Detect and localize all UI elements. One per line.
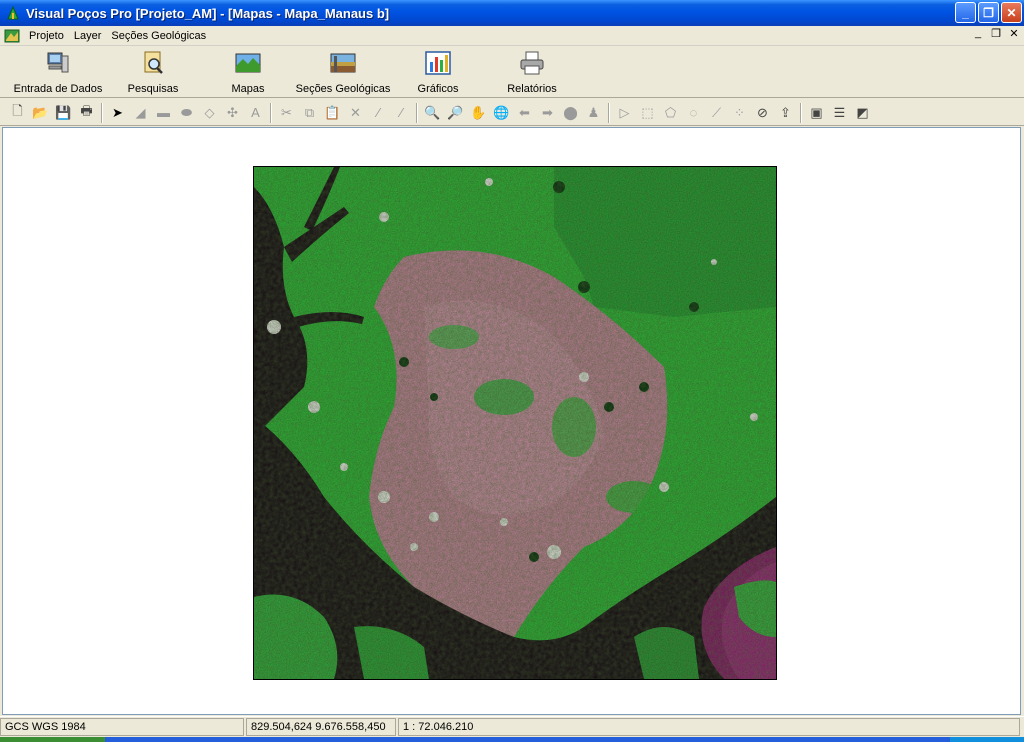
close-button[interactable]: ✕ (1001, 2, 1022, 23)
polyline-icon[interactable]: ◢ (129, 102, 152, 124)
taskbar-strip (0, 737, 1024, 742)
map-scale-status: 1 : 72.046.210 (398, 717, 1020, 736)
print-icon[interactable]: 🖶 (75, 102, 98, 124)
split-line-2-icon[interactable]: ⁄ (390, 102, 413, 124)
mapas-label: Mapas (231, 83, 265, 95)
toolbar-separator (416, 102, 418, 123)
relatorios-button[interactable]: Relatórios (504, 50, 560, 96)
pan-hand-icon[interactable]: ✋ (467, 102, 490, 124)
select-by-polygon-icon[interactable]: ⬠ (659, 102, 682, 124)
paste-icon[interactable]: 📋 (321, 102, 344, 124)
layers-icon[interactable]: ☰ (828, 102, 851, 124)
delete-icon[interactable]: ✕ (344, 102, 367, 124)
notes-icon[interactable]: ◩ (851, 102, 874, 124)
pesquisas-button[interactable]: Pesquisas (122, 50, 184, 96)
legend-icon[interactable]: ▣ (805, 102, 828, 124)
satellite-map-image[interactable] (253, 166, 777, 680)
computer-icon (45, 50, 71, 76)
search-document-icon (140, 50, 166, 76)
toolbar-separator (270, 102, 272, 123)
select-points-icon[interactable]: ⁘ (728, 102, 751, 124)
export-icon[interactable]: ⇪ (774, 102, 797, 124)
save-icon[interactable]: 💾 (52, 102, 75, 124)
back-arrow-icon[interactable]: ⬅ (513, 102, 536, 124)
title-bar[interactable]: Visual Poços Pro [Projeto_AM] - [Mapas -… (0, 0, 1024, 26)
mdi-minimize-button[interactable]: _ (972, 27, 984, 40)
main-toolbar: Entrada de Dados Pesquisas Mapas Seções … (0, 46, 1024, 98)
secoes-geologicas-label: Seções Geológicas (295, 83, 391, 95)
pesquisas-label: Pesquisas (127, 83, 179, 95)
graficos-label: Gráficos (417, 83, 459, 95)
measure-icon[interactable]: ♟ (582, 102, 605, 124)
ellipse-icon[interactable]: ⬬ (175, 102, 198, 124)
zoom-in-icon[interactable]: 🔍 (421, 102, 444, 124)
polygon-icon[interactable]: ◇ (198, 102, 221, 124)
coordinate-system-status: GCS WGS 1984 (0, 717, 244, 736)
zoom-out-icon[interactable]: 🔎 (444, 102, 467, 124)
printer-icon (519, 50, 545, 76)
rectangle-icon[interactable]: ▬ (152, 102, 175, 124)
tools-toolbar: 🗋 📂 💾 🖶 ➤ ◢ ▬ ⬬ ◇ ✣ A ✂ ⧉ 📋 ✕ ⁄ ⁄ 🔍 🔎 ✋ … (0, 100, 1024, 126)
window-title: Visual Poços Pro [Projeto_AM] - [Mapas -… (26, 5, 390, 21)
maximize-button[interactable]: ❐ (978, 2, 999, 23)
mdi-close-button[interactable]: ✕ (1008, 27, 1020, 40)
graficos-button[interactable]: Gráficos (414, 50, 462, 96)
identify-icon[interactable]: ⬤ (559, 102, 582, 124)
relatorios-label: Relatórios (507, 83, 557, 95)
cursor-coordinates-status: 829.504,624 9.676.558,450 (246, 717, 396, 736)
copy-icon[interactable]: ⧉ (298, 102, 321, 124)
new-file-icon[interactable]: 🗋 (6, 102, 29, 124)
document-icon[interactable] (4, 28, 20, 44)
geologic-section-icon (330, 50, 356, 76)
clear-selection-icon[interactable]: ⊘ (751, 102, 774, 124)
menu-projeto[interactable]: Projeto (24, 27, 69, 45)
select-arrow-icon[interactable]: ➤ (106, 102, 129, 124)
app-icon (4, 4, 22, 22)
status-bar: GCS WGS 1984 829.504,624 9.676.558,450 1… (0, 716, 1024, 736)
app-window: Visual Poços Pro [Projeto_AM] - [Mapas -… (0, 0, 1024, 742)
entrada-de-dados-button[interactable]: Entrada de Dados (12, 50, 104, 96)
toolbar-separator (101, 102, 103, 123)
cut-icon[interactable]: ✂ (275, 102, 298, 124)
map-canvas[interactable] (2, 127, 1021, 715)
minimize-button[interactable]: _ (955, 2, 976, 23)
secoes-geologicas-button[interactable]: Seções Geológicas (296, 50, 390, 96)
globe-icon[interactable]: 🌐 (490, 102, 513, 124)
menu-bar: Projeto Layer Seções Geológicas _ ❐ ✕ (0, 26, 1024, 46)
toolbar-separator (608, 102, 610, 123)
select-by-arrow-icon[interactable]: ▷ (613, 102, 636, 124)
select-by-rectangle-icon[interactable]: ⬚ (636, 102, 659, 124)
mdi-restore-button[interactable]: ❐ (990, 27, 1002, 40)
split-line-icon[interactable]: ⁄ (367, 102, 390, 124)
forward-arrow-icon[interactable]: ➡ (536, 102, 559, 124)
text-icon[interactable]: A (244, 102, 267, 124)
select-by-line-icon[interactable]: ⟋ (705, 102, 728, 124)
entrada-de-dados-label: Entrada de Dados (13, 83, 103, 95)
menu-layer[interactable]: Layer (69, 27, 107, 45)
open-folder-icon[interactable]: 📂 (29, 102, 52, 124)
map-landscape-icon (235, 50, 261, 76)
menu-secoes-geologicas[interactable]: Seções Geológicas (106, 27, 211, 45)
bar-chart-icon (425, 50, 451, 76)
point-icon[interactable]: ✣ (221, 102, 244, 124)
select-by-circle-icon[interactable]: ◌ (682, 102, 705, 124)
mapas-button[interactable]: Mapas (222, 50, 274, 96)
toolbar-separator (800, 102, 802, 123)
